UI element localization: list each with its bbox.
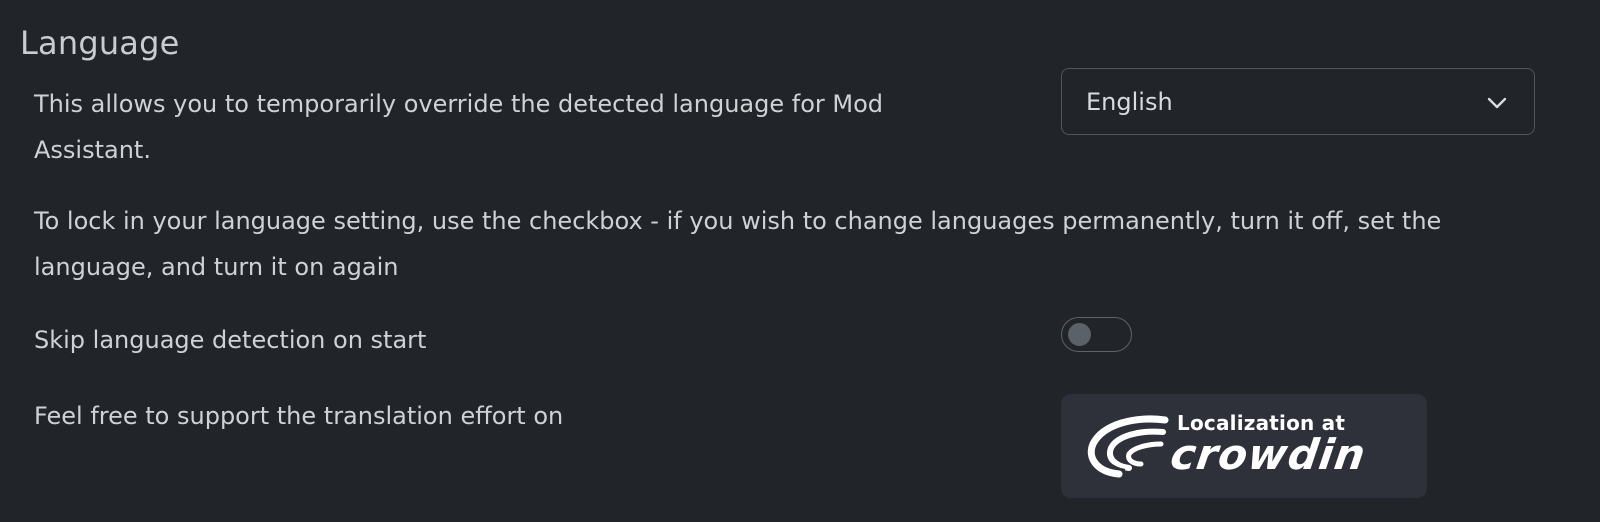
skip-detection-toggle[interactable] xyxy=(1061,317,1132,352)
chevron-down-icon xyxy=(1487,97,1507,109)
language-select[interactable]: English xyxy=(1061,68,1535,135)
lock-info-text: To lock in your language setting, use th… xyxy=(34,207,1442,281)
toggle-knob xyxy=(1068,323,1091,346)
language-settings-page: Language This allows you to temporarily … xyxy=(0,0,1600,522)
skip-detection-label: Skip language detection on start xyxy=(34,326,427,354)
crowdin-logo-icon xyxy=(1087,415,1169,478)
language-select-value: English xyxy=(1086,88,1173,116)
crowdin-brand-text: crowdin xyxy=(1167,430,1370,479)
translation-support-text: Feel free to support the translation eff… xyxy=(34,402,564,430)
override-description: This allows you to temporarily override … xyxy=(34,90,883,164)
crowdin-badge-link[interactable]: Localization at crowdin xyxy=(1061,394,1427,498)
section-title: Language xyxy=(20,24,180,62)
